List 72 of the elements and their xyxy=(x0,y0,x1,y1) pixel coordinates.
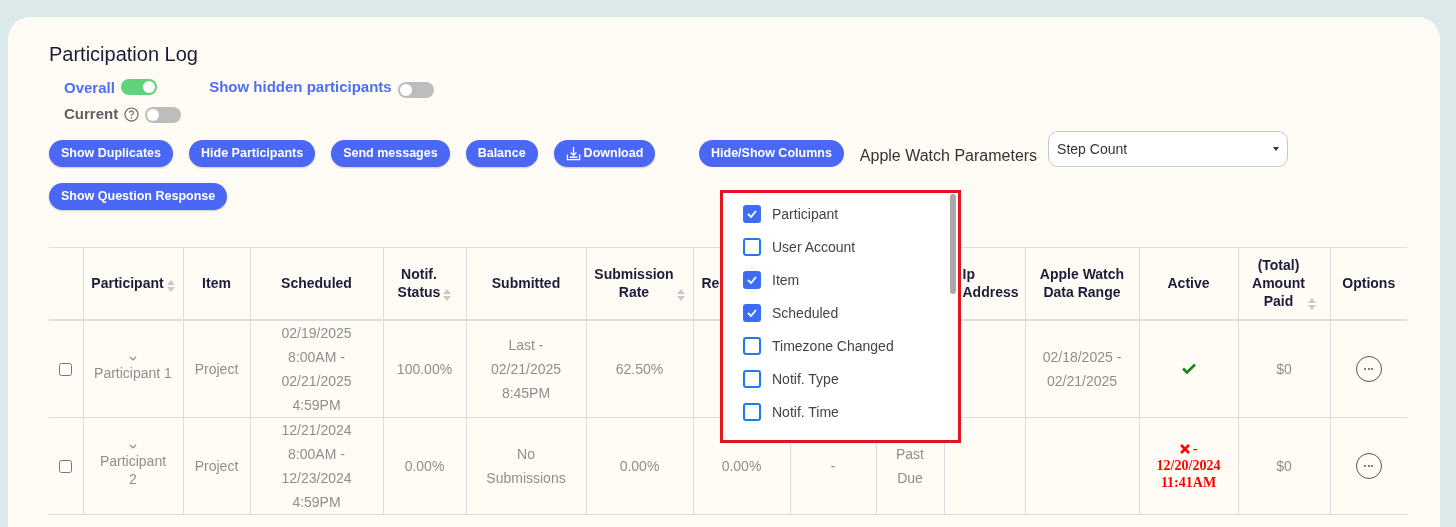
help-icon[interactable] xyxy=(124,106,140,122)
column-header: Submitted xyxy=(491,274,561,293)
download-button[interactable]: Download xyxy=(553,140,656,167)
check-icon xyxy=(747,210,757,218)
column-header: Options xyxy=(1342,274,1396,293)
column-option[interactable]: Notif. Time xyxy=(743,403,958,421)
check-icon xyxy=(747,309,757,317)
chevron-down-icon[interactable] xyxy=(129,355,137,362)
column-option[interactable]: Scheduled xyxy=(743,304,958,322)
column-header: Scheduled xyxy=(281,274,352,293)
column-header: Ip Address xyxy=(962,265,1019,302)
action-button[interactable]: Send messages xyxy=(331,140,450,167)
action-button[interactable]: Show Question Response xyxy=(49,183,228,210)
column-header: Re xyxy=(701,274,720,293)
column-header: Apple Watch Data Range xyxy=(1039,265,1125,302)
row-checkbox[interactable] xyxy=(59,362,73,376)
hide-show-columns-button[interactable]: Hide/Show Columns xyxy=(699,140,844,167)
table-cell: 02/19/2025 8:00AM - 02/21/2025 4:59PM xyxy=(281,324,352,413)
table-cell: 0.00% xyxy=(721,457,762,474)
checkbox[interactable] xyxy=(743,304,761,322)
toggle-switch[interactable] xyxy=(145,107,182,123)
table-cell: Last - 02/21/2025 8:45PM xyxy=(490,336,562,401)
column-option[interactable]: Participant xyxy=(743,205,958,223)
row-checkbox[interactable] xyxy=(59,459,73,473)
page-title: Participation Log xyxy=(49,42,199,67)
checkbox[interactable] xyxy=(743,370,761,388)
table-cell: 0.00% xyxy=(404,457,445,474)
inactive-date: - 12/20/2024 11:41AM xyxy=(1156,441,1221,490)
column-header: (Total) Amount Paid xyxy=(1252,256,1305,311)
table-cell: Project xyxy=(194,457,239,474)
toggle-switch[interactable] xyxy=(120,79,157,95)
column-option[interactable]: Timezone Changed xyxy=(743,337,958,355)
check-icon xyxy=(747,276,757,284)
table-cell: $0 xyxy=(1276,360,1292,377)
column-header: Submission Rate xyxy=(594,265,674,302)
toggle-label: Current xyxy=(64,103,119,124)
action-button[interactable]: Show Duplicates xyxy=(49,140,174,167)
apple-watch-label: Apple Watch Parameters xyxy=(859,146,1038,166)
scrollbar[interactable] xyxy=(950,194,956,294)
checkbox[interactable] xyxy=(743,271,761,289)
toggle-switch[interactable] xyxy=(397,82,434,98)
checkbox[interactable] xyxy=(743,238,761,256)
column-header: Participant xyxy=(91,274,164,293)
table-cell: - xyxy=(830,457,836,474)
table-cell: 12/21/2024 8:00AM - 12/23/2024 4:59PM xyxy=(281,421,352,510)
participant-name[interactable]: Participant 2 xyxy=(99,451,167,488)
column-header: Active xyxy=(1167,274,1210,293)
action-button[interactable]: Hide Participants xyxy=(189,140,316,167)
column-header: Notif. Status xyxy=(397,265,441,302)
column-header: Item xyxy=(202,274,231,293)
checkbox[interactable] xyxy=(743,337,761,355)
participant-name[interactable]: Participant 1 xyxy=(94,363,172,382)
table-cell: Past Due xyxy=(896,445,924,486)
action-button[interactable]: Balance xyxy=(465,140,538,167)
column-option[interactable]: Item xyxy=(743,271,958,289)
download-icon xyxy=(565,146,581,161)
table-cell: No Submissions xyxy=(486,445,566,486)
toggle-label: Show hidden participants xyxy=(209,77,392,97)
chevron-down-icon[interactable] xyxy=(129,443,137,450)
column-option[interactable]: Notif. Type xyxy=(743,370,958,388)
apple-watch-select[interactable]: Step Count xyxy=(1048,131,1289,167)
table-cell: $0 xyxy=(1276,457,1292,474)
column-option[interactable]: User Account xyxy=(743,238,958,256)
caret-icon xyxy=(1273,147,1280,151)
table-cell: 100.00% xyxy=(396,360,453,377)
toggle-label: Overall xyxy=(64,77,115,98)
checkbox[interactable] xyxy=(743,205,761,223)
table-cell: 02/18/2025 - 02/21/2025 xyxy=(1042,348,1122,389)
table-cell: Project xyxy=(194,360,239,377)
checkbox[interactable] xyxy=(743,403,761,421)
table-cell: 62.50% xyxy=(615,360,664,377)
table-cell: 0.00% xyxy=(619,457,660,474)
